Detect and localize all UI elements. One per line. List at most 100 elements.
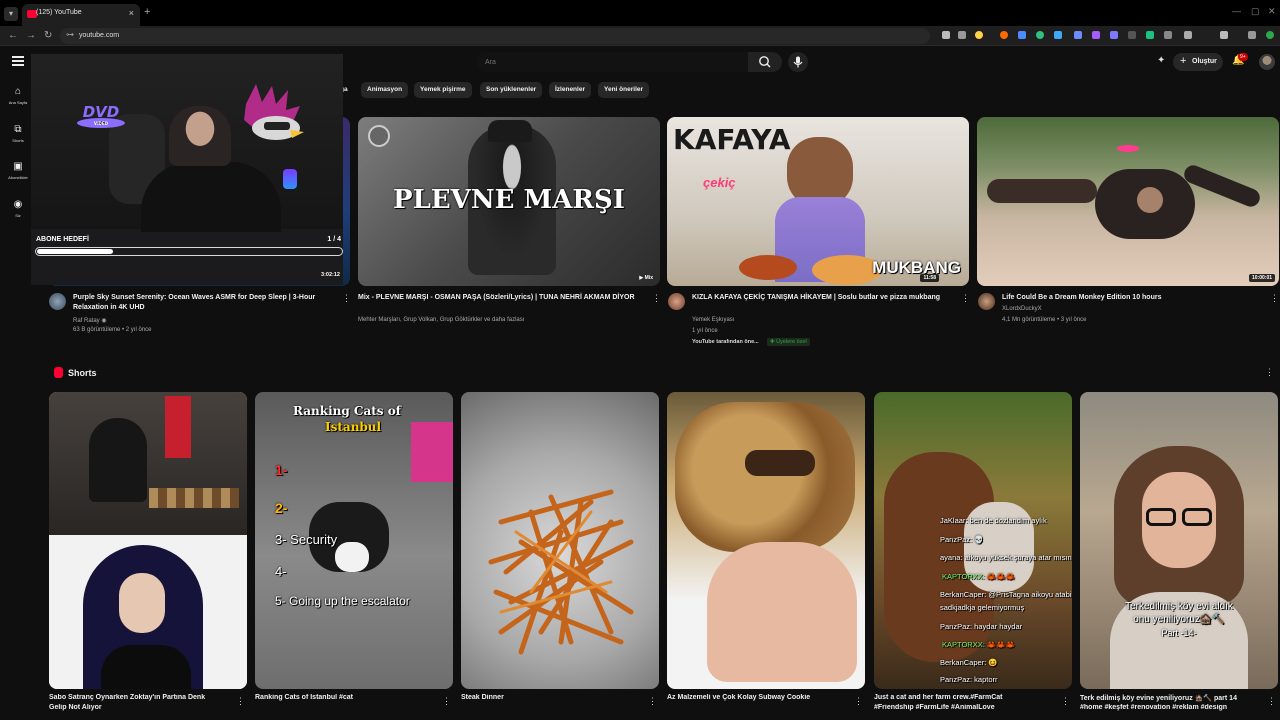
chip-yemek-pisirme[interactable]: Yemek pişirme bbox=[414, 82, 472, 98]
account-avatar[interactable] bbox=[1259, 54, 1275, 70]
thumbnail-monkey-face bbox=[1137, 187, 1163, 213]
chip-izlenenler[interactable]: İzlenenler bbox=[549, 82, 591, 98]
channel-avatar[interactable] bbox=[978, 293, 995, 310]
more-actions-icon[interactable]: ⋮ bbox=[342, 293, 351, 304]
thumbnail-title: KAFAYA bbox=[673, 123, 791, 156]
chat-message: PanzPaz: kaptorr bbox=[940, 675, 998, 684]
short-title[interactable]: Steak Dinner bbox=[461, 694, 639, 701]
more-actions-icon[interactable]: ⋮ bbox=[1270, 293, 1279, 304]
stream-pip-overlay[interactable]: DVD VIDEO ABONE HEDEFİ 1 / 4 3:02:12 bbox=[31, 54, 343, 285]
chessboard bbox=[149, 488, 239, 508]
short-thumbnail[interactable] bbox=[49, 392, 247, 689]
create-button[interactable]: + Oluştur bbox=[1173, 53, 1223, 71]
profile-avatar-icon[interactable] bbox=[1266, 31, 1274, 39]
more-actions-icon[interactable]: ⋮ bbox=[652, 293, 661, 304]
video-title[interactable]: Purple Sky Sunset Serenity: Ocean Waves … bbox=[73, 293, 341, 313]
short-title[interactable]: Just a cat and her farm crew.#FarmCat bbox=[874, 694, 1052, 701]
extension-icon[interactable] bbox=[1128, 31, 1136, 39]
dvd-text: DVD bbox=[83, 103, 120, 121]
extensions-puzzle-icon[interactable] bbox=[1184, 31, 1192, 39]
guide-menu-icon[interactable] bbox=[12, 56, 24, 66]
video-duration: 11:58 bbox=[920, 274, 939, 282]
extension-icon[interactable] bbox=[1000, 31, 1008, 39]
short-overlay-line: Part -14- bbox=[1161, 628, 1197, 638]
streamer-body bbox=[141, 162, 281, 232]
short-title[interactable]: Ranking Cats of Istanbul #cat bbox=[255, 694, 433, 701]
short-more-icon[interactable]: ⋮ bbox=[648, 696, 657, 707]
extension-icon[interactable] bbox=[1164, 31, 1172, 39]
extension-icon[interactable] bbox=[1110, 31, 1118, 39]
extension-icon[interactable] bbox=[1146, 31, 1154, 39]
search-input[interactable] bbox=[476, 52, 748, 72]
cast-icon[interactable]: ✦ bbox=[1157, 55, 1165, 66]
video-thumbnail[interactable]: KAFAYA çekiç MUKBANG 11:58 bbox=[667, 117, 969, 286]
video-thumbnail[interactable]: PLEVNE MARŞI ▶ Mix bbox=[358, 117, 660, 286]
mix-badge: Mix bbox=[644, 275, 653, 281]
video-title[interactable]: Mix - PLEVNE MARŞI - OSMAN PAŞA (Sözleri… bbox=[358, 293, 644, 303]
short-title[interactable]: Terk edilmiş köy evine yeniliyoruz 🏚️🔨 p… bbox=[1080, 694, 1258, 702]
fries-illustration bbox=[488, 489, 634, 655]
extension-icon[interactable] bbox=[1054, 31, 1062, 39]
channel-avatar[interactable] bbox=[49, 293, 66, 310]
short-more-icon[interactable]: ⋮ bbox=[236, 696, 245, 707]
short-thumbnail[interactable] bbox=[667, 392, 865, 689]
dvd-subtext: VIDEO bbox=[94, 121, 109, 126]
extension-icon[interactable] bbox=[942, 31, 950, 39]
rank-1: 1- bbox=[275, 462, 288, 478]
more-actions-icon[interactable]: ⋮ bbox=[961, 293, 970, 304]
site-info-icon[interactable]: ⊶ bbox=[66, 30, 74, 39]
short-more-icon[interactable]: ⋮ bbox=[1061, 696, 1070, 707]
subscriber-goal-progress bbox=[35, 247, 343, 256]
search-button[interactable] bbox=[748, 52, 782, 72]
maximize-icon[interactable]: ▢ bbox=[1251, 6, 1260, 17]
short-title-line2: Gelip Not Alıyor bbox=[49, 704, 102, 711]
forward-icon[interactable]: → bbox=[26, 30, 36, 41]
channel-name[interactable]: XLordxDuckyX bbox=[1002, 306, 1042, 312]
chip-yeni-oneriler[interactable]: Yeni öneriler bbox=[598, 82, 650, 98]
extension-icon[interactable] bbox=[958, 31, 966, 39]
chip-son-yuklenenler[interactable]: Son yüklenenler bbox=[480, 82, 543, 98]
channel-name[interactable]: Raf Ratay ◉ bbox=[73, 317, 107, 324]
extension-icon[interactable] bbox=[1074, 31, 1082, 39]
chat-message: BerkanCaper: 😆 bbox=[940, 658, 998, 667]
extension-icon[interactable] bbox=[1018, 31, 1026, 39]
browser-tab[interactable]: (125) YouTube × bbox=[22, 4, 140, 26]
thumbnail-pink-bowl bbox=[1117, 145, 1139, 152]
chip-animasyon[interactable]: Animasyon bbox=[361, 82, 409, 98]
progress-fill bbox=[37, 249, 113, 254]
back-icon[interactable]: ← bbox=[8, 30, 18, 41]
extension-icon[interactable] bbox=[1036, 31, 1044, 39]
short-thumbnail[interactable]: Terkedilmiş köy evi aldık onu yeniliyoru… bbox=[1080, 392, 1278, 689]
thumbnail-caption: MUKBANG bbox=[872, 258, 961, 277]
video-thumbnail[interactable]: 10:00:01 bbox=[977, 117, 1279, 286]
voice-search-button[interactable] bbox=[788, 52, 808, 72]
profile-icon[interactable] bbox=[1248, 31, 1256, 39]
channel-name[interactable]: Mehter Marşları, Grup Volkan, Grup Göktü… bbox=[358, 317, 524, 323]
video-title[interactable]: KIZLA KAFAYA ÇEKİÇ TANIŞMA HİKAYEM | Sos… bbox=[692, 293, 952, 303]
short-title[interactable]: Sabo Satranç Oynarken Zoktay'ın Partına … bbox=[49, 694, 227, 701]
new-tab-icon[interactable]: + bbox=[144, 6, 150, 18]
reload-icon[interactable]: ↻ bbox=[44, 30, 52, 41]
short-thumbnail[interactable]: Ranking Cats of Istanbul 1- 2- 3- Securi… bbox=[255, 392, 453, 689]
short-more-icon[interactable]: ⋮ bbox=[854, 696, 863, 707]
tab-search-icon[interactable]: ▾ bbox=[4, 7, 18, 21]
extension-icon[interactable] bbox=[1092, 31, 1100, 39]
channel-name[interactable]: Yemek Eşkıyası bbox=[692, 317, 734, 323]
tab-close-icon[interactable]: × bbox=[129, 8, 134, 18]
close-window-icon[interactable]: ✕ bbox=[1268, 6, 1276, 17]
short-title[interactable]: Az Malzemeli ve Çok Kolay Subway Cookie bbox=[667, 694, 845, 701]
minimize-icon[interactable]: — bbox=[1232, 6, 1241, 16]
bookmark-star-icon[interactable] bbox=[975, 31, 983, 39]
channel-avatar[interactable] bbox=[668, 293, 685, 310]
rank-3: 3- Security bbox=[275, 532, 338, 547]
address-bar[interactable]: ⊶ youtube.com bbox=[60, 28, 930, 44]
short-more-icon[interactable]: ⋮ bbox=[1267, 696, 1276, 707]
short-more-icon[interactable]: ⋮ bbox=[442, 696, 451, 707]
video-title[interactable]: Life Could Be a Dream Monkey Edition 10 … bbox=[1002, 293, 1262, 303]
create-label: Oluştur bbox=[1192, 58, 1217, 65]
short-thumbnail[interactable] bbox=[461, 392, 659, 689]
short-thumbnail[interactable]: JaKlaar: ben de dozlandım aylık PanzPaz:… bbox=[874, 392, 1072, 689]
glasses-left bbox=[1146, 508, 1176, 526]
sidebar-toggle-icon[interactable] bbox=[1220, 31, 1228, 39]
shorts-more-icon[interactable]: ⋮ bbox=[1265, 367, 1274, 378]
